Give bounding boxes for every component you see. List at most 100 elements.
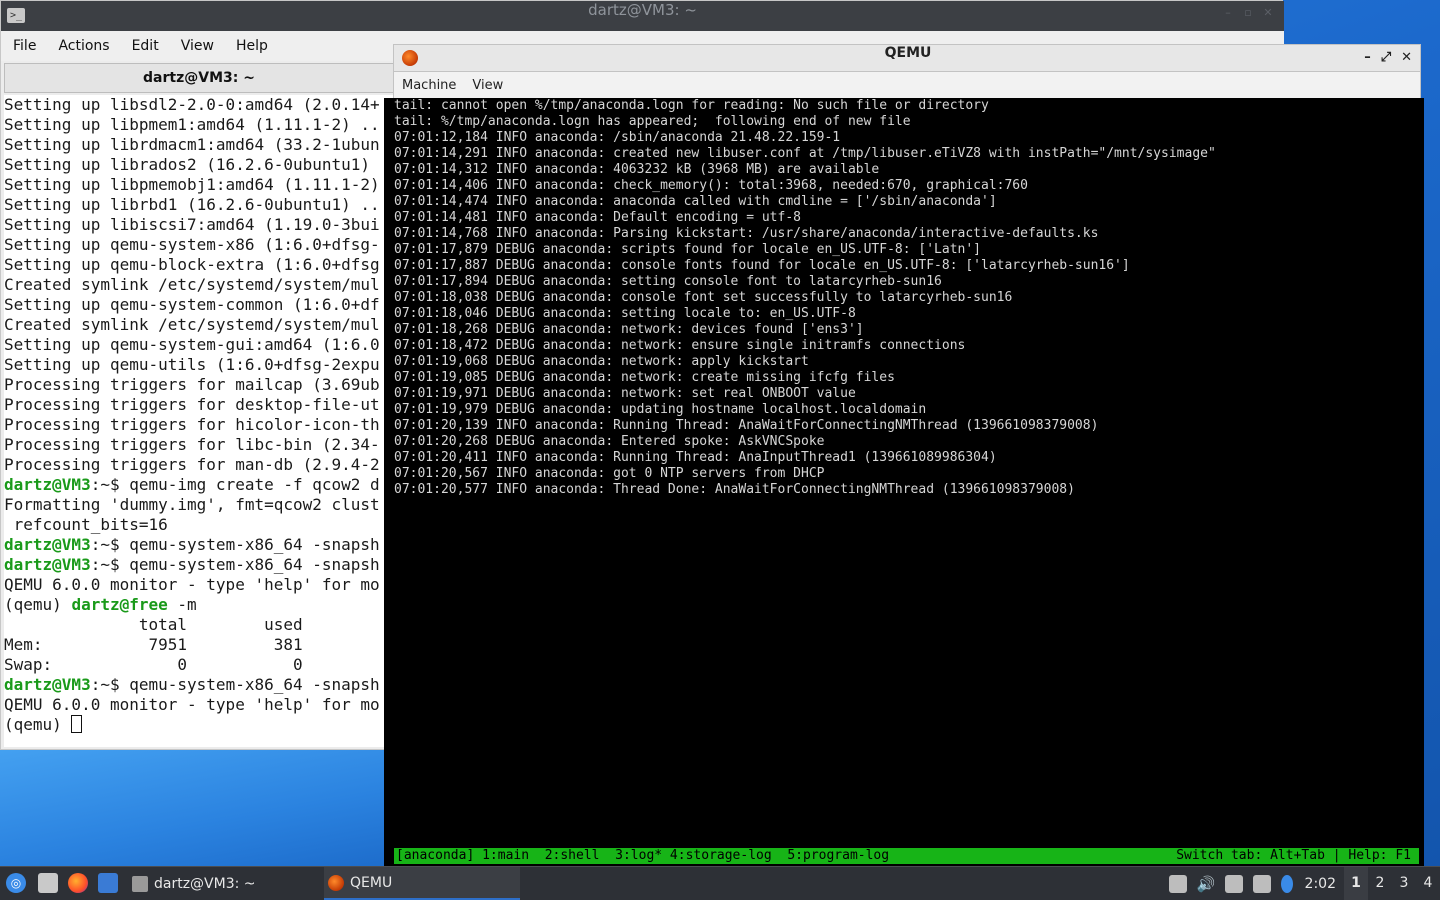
taskbar: ◎ dartz@VM3: ~ QEMU 🔊 2:02 1 2 3 4 [0,866,1440,900]
log-line: 07:01:19,971 DEBUG anaconda: network: se… [394,386,856,401]
qemu-guest-screen[interactable]: tail: cannot open %/tmp/anaconda.logn fo… [384,98,1424,866]
clipboard-icon[interactable] [1224,874,1243,893]
terminal-line-text: Processing triggers for man-db (2.9.4-2 [4,455,380,474]
terminal-line: QEMU 6.0.0 monitor - type 'help' for mo [4,575,395,595]
workspace-3[interactable]: 3 [1392,867,1416,900]
menu-machine[interactable]: Machine [394,78,464,93]
terminal-line: Setting up libsdl2-2.0-0:amd64 (2.0.14+ [4,95,395,115]
terminal-line: Setting up libpmem1:amd64 (1.11.1-2) .. [4,115,395,135]
terminal-line: Setting up qemu-system-gui:amd64 (1:6.0 [4,335,395,355]
terminal-line: Processing triggers for mailcap (3.69ub [4,375,395,395]
terminal-line: Processing triggers for libc-bin (2.34- [4,435,395,455]
terminal-line: Setting up librados2 (16.2.6-0ubuntu1) [4,155,395,175]
terminal-line-text: Setting up libsdl2-2.0-0:amd64 (2.0.14+ [4,95,380,114]
show-desktop-icon[interactable] [98,873,118,893]
terminal-line-text: :~$ qemu-system-x86_64 -snapsh [90,535,380,554]
firefox-icon[interactable] [68,873,88,893]
terminal-line-text: Setting up qemu-system-gui:amd64 (1:6.0 [4,335,380,354]
log-line: 07:01:17,894 DEBUG anaconda: setting con… [394,274,942,289]
taskbar-task-qemu[interactable]: QEMU [324,867,520,900]
terminal-tab-label: dartz@VM3: ~ [143,70,255,86]
terminal-line: Swap: 0 0 [4,655,395,675]
qemu-window[interactable]: QEMU – ⤢ ✕ Machine View [393,44,1421,98]
close-icon[interactable]: ✕ [1262,7,1274,19]
terminal-line: dartz@VM3:~$ qemu-img create -f qcow2 d [4,475,395,495]
terminal-line: Setting up libpmemobj1:amd64 (1.11.1-2) [4,175,395,195]
menu-view[interactable]: View [464,78,511,93]
menu-help[interactable]: Help [226,38,278,54]
terminal-line-text: Setting up libpmemobj1:amd64 (1.11.1-2) [4,175,380,194]
terminal-line-text: Created symlink /etc/systemd/system/mul [4,275,380,294]
terminal-line-text: total used [4,615,303,634]
terminal-line-text: :~$ qemu-system-x86_64 -snapsh [90,675,380,694]
log-line: 07:01:20,567 INFO anaconda: got 0 NTP se… [394,466,825,481]
terminal-line: Setting up qemu-block-extra (1:6.0+dfsg [4,255,395,275]
log-line: 07:01:14,768 INFO anaconda: Parsing kick… [394,226,1099,241]
shell-prompt: dartz@VM3 [4,535,91,554]
taskbar-task-terminal[interactable]: dartz@VM3: ~ [128,867,318,900]
shell-prompt: dartz@VM3 [4,475,91,494]
terminal-line: Setting up libiscsi7:amd64 (1.19.0-3bui [4,215,395,235]
log-line: 07:01:19,979 DEBUG anaconda: updating ho… [394,402,927,417]
monitor-prefix: (qemu) [4,595,72,614]
terminal-line-text: -m [167,595,197,614]
terminal-line-text: Mem: 7951 381 [4,635,303,654]
terminal-line-text: Setting up librados2 (16.2.6-0ubuntu1) [4,155,380,174]
tmux-status-bar: [anaconda] 1:main 2:shell 3:log* 4:stora… [394,848,1419,864]
terminal-line-text: Setting up qemu-block-extra (1:6.0+dfsg [4,255,380,274]
maximize-icon[interactable]: ⤢ [1381,50,1391,66]
tmux-tabs: [anaconda] 1:main 2:shell 3:log* 4:stora… [396,848,890,863]
terminal-tab[interactable]: dartz@VM3: ~ [4,63,394,93]
terminal-line: Created symlink /etc/systemd/system/mul [4,315,395,335]
terminal-line: total used [4,615,395,635]
terminal-line-text: Setting up librdmacm1:amd64 (33.2-1ubun [4,135,380,154]
terminal-line-text: QEMU 6.0.0 monitor - type 'help' for mo [4,695,380,714]
text-cursor [71,715,83,733]
workspace-4[interactable]: 4 [1416,867,1440,900]
file-manager-icon[interactable] [38,873,58,893]
terminal-line: Processing triggers for hicolor-icon-th [4,415,395,435]
log-line: tail: cannot open %/tmp/anaconda.logn fo… [394,98,989,113]
terminal-line: Formatting 'dummy.img', fmt=qcow2 clust [4,495,395,515]
notification-icon[interactable] [1280,874,1293,893]
log-line: 07:01:18,038 DEBUG anaconda: console fon… [394,290,1013,305]
start-menu-icon[interactable]: ◎ [6,873,26,893]
workspace-2[interactable]: 2 [1368,867,1392,900]
menu-actions[interactable]: Actions [48,38,119,54]
terminal-line: Processing triggers for desktop-file-ut [4,395,395,415]
shell-prompt: dartz@free [71,595,168,614]
qemu-titlebar[interactable]: QEMU – ⤢ ✕ [393,44,1421,72]
network-icon[interactable] [1252,874,1271,893]
terminal-line-text: Processing triggers for hicolor-icon-th [4,415,380,434]
terminal-line: refcount_bits=16 [4,515,395,535]
log-line: 07:01:14,481 INFO anaconda: Default enco… [394,210,801,225]
terminal-line-text: refcount_bits=16 [4,515,168,534]
log-line: 07:01:18,472 DEBUG anaconda: network: en… [394,338,966,353]
workspace-1[interactable]: 1 [1344,867,1368,900]
clock[interactable]: 2:02 [1305,876,1336,892]
close-icon[interactable]: ✕ [1401,50,1412,66]
maximize-icon[interactable]: ▫ [1242,7,1254,19]
minimize-icon[interactable]: – [1364,50,1371,66]
terminal-line-text: Setting up librbd1 (16.2.6-0ubuntu1) .. [4,195,380,214]
system-tray: 🔊 2:02 1 2 3 4 [1168,867,1440,900]
terminal-titlebar[interactable]: >_ dartz@VM3: ~ – ▫ ✕ [1,1,1284,31]
menu-edit[interactable]: Edit [122,38,169,54]
log-line: 07:01:19,085 DEBUG anaconda: network: cr… [394,370,895,385]
terminal-line: QEMU 6.0.0 monitor - type 'help' for mo [4,695,395,715]
menu-file[interactable]: File [3,38,46,54]
menu-view[interactable]: View [171,38,224,54]
volume-icon[interactable]: 🔊 [1197,875,1216,893]
terminal-output[interactable]: Setting up libsdl2-2.0-0:amd64 (2.0.14+ S… [4,95,395,747]
terminal-line-text: :~$ qemu-img create -f qcow2 d [90,475,380,494]
terminal-line-text: Setting up qemu-system-x86 (1:6.0+dfsg- [4,235,380,254]
terminal-line: dartz@VM3:~$ qemu-system-x86_64 -snapsh [4,675,395,695]
terminal-line: Setting up librbd1 (16.2.6-0ubuntu1) .. [4,195,395,215]
terminal-line-text: Setting up qemu-system-common (1:6.0+df [4,295,380,314]
minimize-icon[interactable]: – [1222,7,1234,19]
updates-icon[interactable] [1168,874,1187,893]
terminal-line-text: Setting up qemu-utils (1:6.0+dfsg-2expu [4,355,380,374]
terminal-line: Processing triggers for man-db (2.9.4-2 [4,455,395,475]
log-line: 07:01:14,291 INFO anaconda: created new … [394,146,1216,161]
terminal-line-text: Formatting 'dummy.img', fmt=qcow2 clust [4,495,380,514]
